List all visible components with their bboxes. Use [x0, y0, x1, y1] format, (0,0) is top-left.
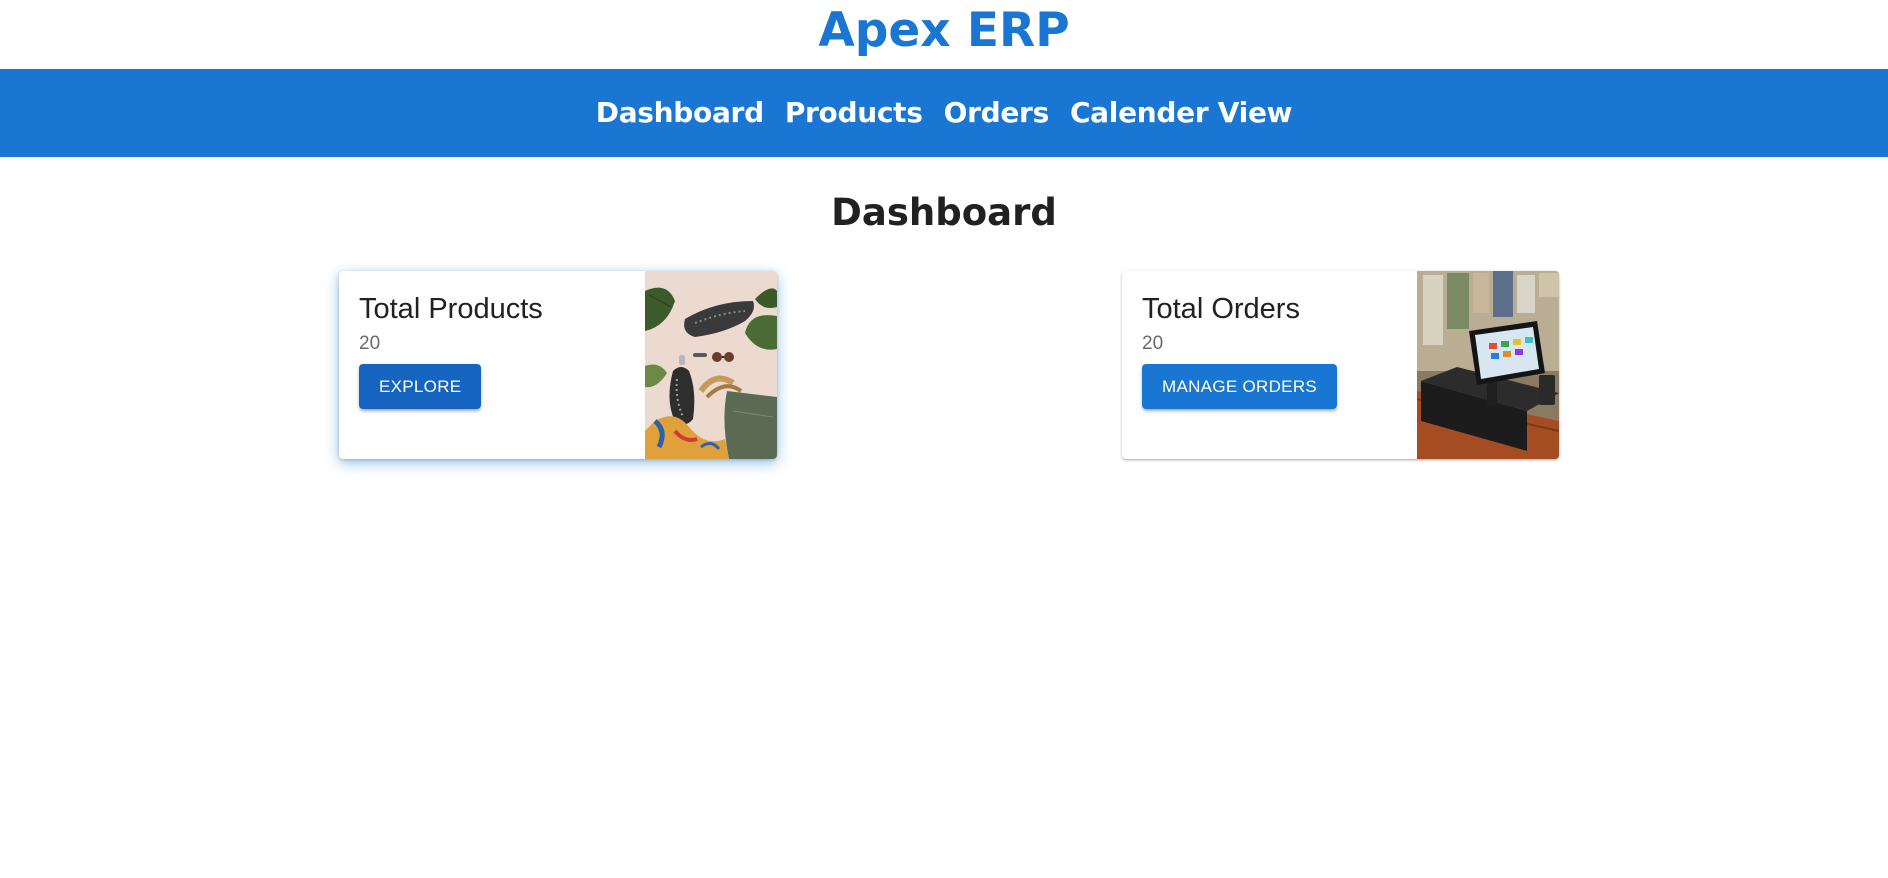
- explore-button[interactable]: EXPLORE: [359, 364, 482, 409]
- main-navbar: Dashboard Products Orders Calender View: [0, 69, 1888, 157]
- total-products-card: Total Products 20 EXPLORE: [339, 271, 777, 459]
- nav-link-dashboard[interactable]: Dashboard: [596, 96, 764, 129]
- card-title: Total Orders: [1142, 293, 1300, 325]
- fashion-accessories-image: [645, 271, 777, 459]
- page-title: Dashboard: [831, 191, 1057, 234]
- pos-terminal-image: [1417, 271, 1559, 459]
- card-count: 20: [1142, 333, 1164, 354]
- app-title: Apex ERP: [818, 3, 1070, 58]
- card-content: Total Products 20 EXPLORE: [339, 271, 645, 459]
- nav-link-orders[interactable]: Orders: [944, 96, 1050, 129]
- nav-link-products[interactable]: Products: [785, 96, 923, 129]
- card-title: Total Products: [359, 293, 543, 325]
- nav-link-calendar-view[interactable]: Calender View: [1070, 96, 1293, 129]
- manage-orders-button[interactable]: MANAGE ORDERS: [1142, 364, 1338, 409]
- card-content: Total Orders 20 MANAGE ORDERS: [1122, 271, 1417, 459]
- card-count: 20: [359, 333, 381, 354]
- total-orders-card: Total Orders 20 MANAGE ORDERS: [1122, 271, 1559, 459]
